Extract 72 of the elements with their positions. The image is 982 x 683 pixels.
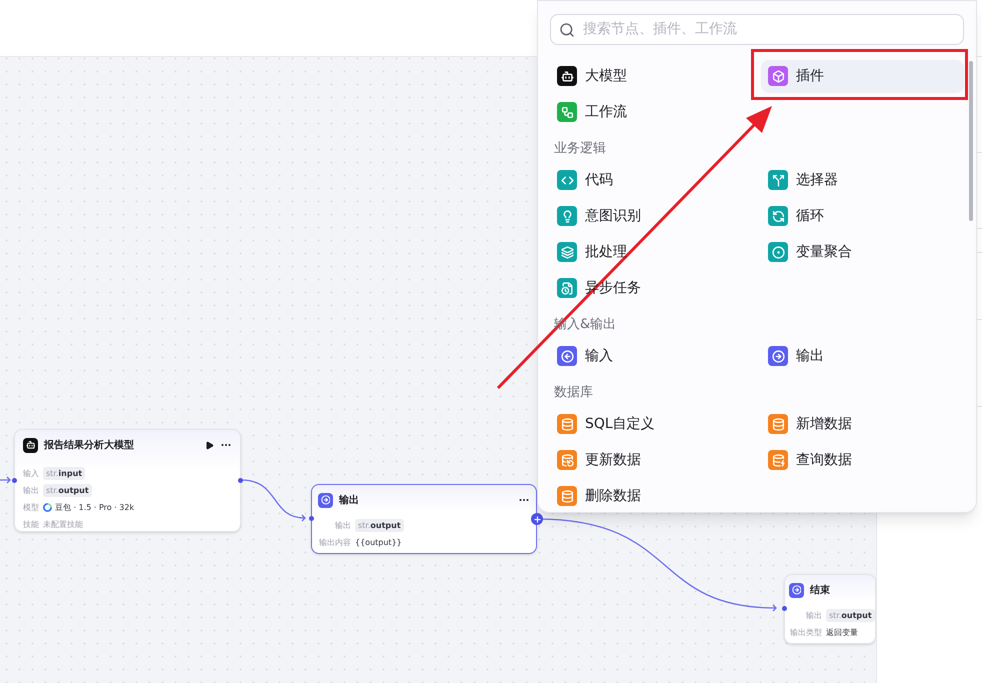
branch-icon xyxy=(768,170,788,190)
row-value: 返回变量 xyxy=(826,626,858,638)
code-icon xyxy=(557,170,577,190)
node-type-item[interactable]: 新增数据 xyxy=(761,408,964,440)
database-query-icon xyxy=(768,450,788,470)
clock-document-icon xyxy=(557,278,577,298)
row-label: 输出 xyxy=(805,610,822,622)
node-type-item[interactable]: 意图识别 xyxy=(550,200,753,232)
node-type-item[interactable]: 查询数据 xyxy=(761,444,964,476)
llm-icon xyxy=(23,438,38,452)
input-icon xyxy=(557,346,577,366)
type-prefix: str. xyxy=(358,520,370,532)
node-type-item[interactable]: 大模型 xyxy=(550,60,753,92)
variable-name: output xyxy=(841,610,872,622)
add-port-button[interactable] xyxy=(531,513,543,525)
type-prefix: str. xyxy=(829,610,842,622)
type-prefix: str. xyxy=(46,485,58,497)
aggregate-icon xyxy=(768,242,788,262)
node-type-item[interactable]: 插件 xyxy=(761,60,964,92)
workflow-node[interactable]: 输出 输出 str.output 输出内容 {{output}} xyxy=(311,484,537,554)
run-icon[interactable] xyxy=(205,440,214,450)
row-label: 输入 xyxy=(23,468,39,480)
database-add-icon xyxy=(768,414,788,434)
workflow-node[interactable]: 结束 输出 str.output 输出类型 返回变量 xyxy=(784,574,876,644)
variable-name: input xyxy=(58,468,82,480)
row-label: 技能 xyxy=(23,518,39,530)
bulb-icon xyxy=(557,206,577,226)
section-title: 数据库 xyxy=(554,384,593,402)
loop-icon xyxy=(768,206,788,226)
node-type-item[interactable]: 更新数据 xyxy=(550,444,753,476)
search-input[interactable]: 搜索节点、插件、工作流 xyxy=(583,19,955,40)
llm-icon xyxy=(557,66,577,86)
search-field[interactable]: 搜索节点、插件、工作流 xyxy=(550,14,964,45)
output-icon xyxy=(318,492,333,508)
row-value: 未配置技能 xyxy=(43,518,83,530)
cube-icon xyxy=(768,66,788,86)
model-name: 豆包 · 1.5 · Pro · 32k xyxy=(55,502,134,514)
type-prefix: str. xyxy=(46,468,58,480)
row-label: 输出类型 xyxy=(789,626,822,638)
node-type-item[interactable]: 变量聚合 xyxy=(761,236,964,268)
node-type-item[interactable]: SQL自定义 xyxy=(550,408,753,440)
database-update-icon xyxy=(557,450,577,470)
end-icon xyxy=(789,582,804,598)
row-label: 输出 xyxy=(334,520,351,532)
node-type-item[interactable]: 输入 xyxy=(550,340,753,372)
node-type-item[interactable]: 工作流 xyxy=(550,96,753,128)
search-icon xyxy=(559,22,575,38)
workflow-icon xyxy=(557,102,577,122)
node-type-item[interactable]: 批处理 xyxy=(550,236,753,268)
layers-icon xyxy=(557,242,577,262)
node-title: 报告结果分析大模型 xyxy=(44,438,134,452)
model-logo-icon xyxy=(43,503,52,512)
section-title: 业务逻辑 xyxy=(554,140,606,158)
row-value: {{output}} xyxy=(355,536,402,548)
node-type-item[interactable]: 循环 xyxy=(761,200,964,232)
connector-arrow xyxy=(241,479,306,522)
node-type-item[interactable]: 输出 xyxy=(761,340,964,372)
row-label: 模型 xyxy=(23,502,39,514)
connector-arrow xyxy=(0,476,11,484)
node-type-item[interactable]: 删除数据 xyxy=(550,480,753,512)
variable-name: output xyxy=(58,485,89,497)
workflow-node[interactable]: 报告结果分析大模型 输入 str.input 输出 str.output 模型 豆包 · 1.5 · Pro · 32k 技能 未配置技能 xyxy=(14,429,241,532)
database-delete-icon xyxy=(557,486,577,506)
node-type-item[interactable]: 代码 xyxy=(550,164,753,196)
variable-name: output xyxy=(370,520,401,532)
node-title: 输出 xyxy=(339,494,359,508)
database-icon xyxy=(557,414,577,434)
row-label: 输出内容 xyxy=(318,536,351,548)
node-title: 结束 xyxy=(810,584,830,598)
node-type-item[interactable]: 选择器 xyxy=(761,164,964,196)
row-label: 输出 xyxy=(23,484,39,496)
output-icon xyxy=(768,346,788,366)
